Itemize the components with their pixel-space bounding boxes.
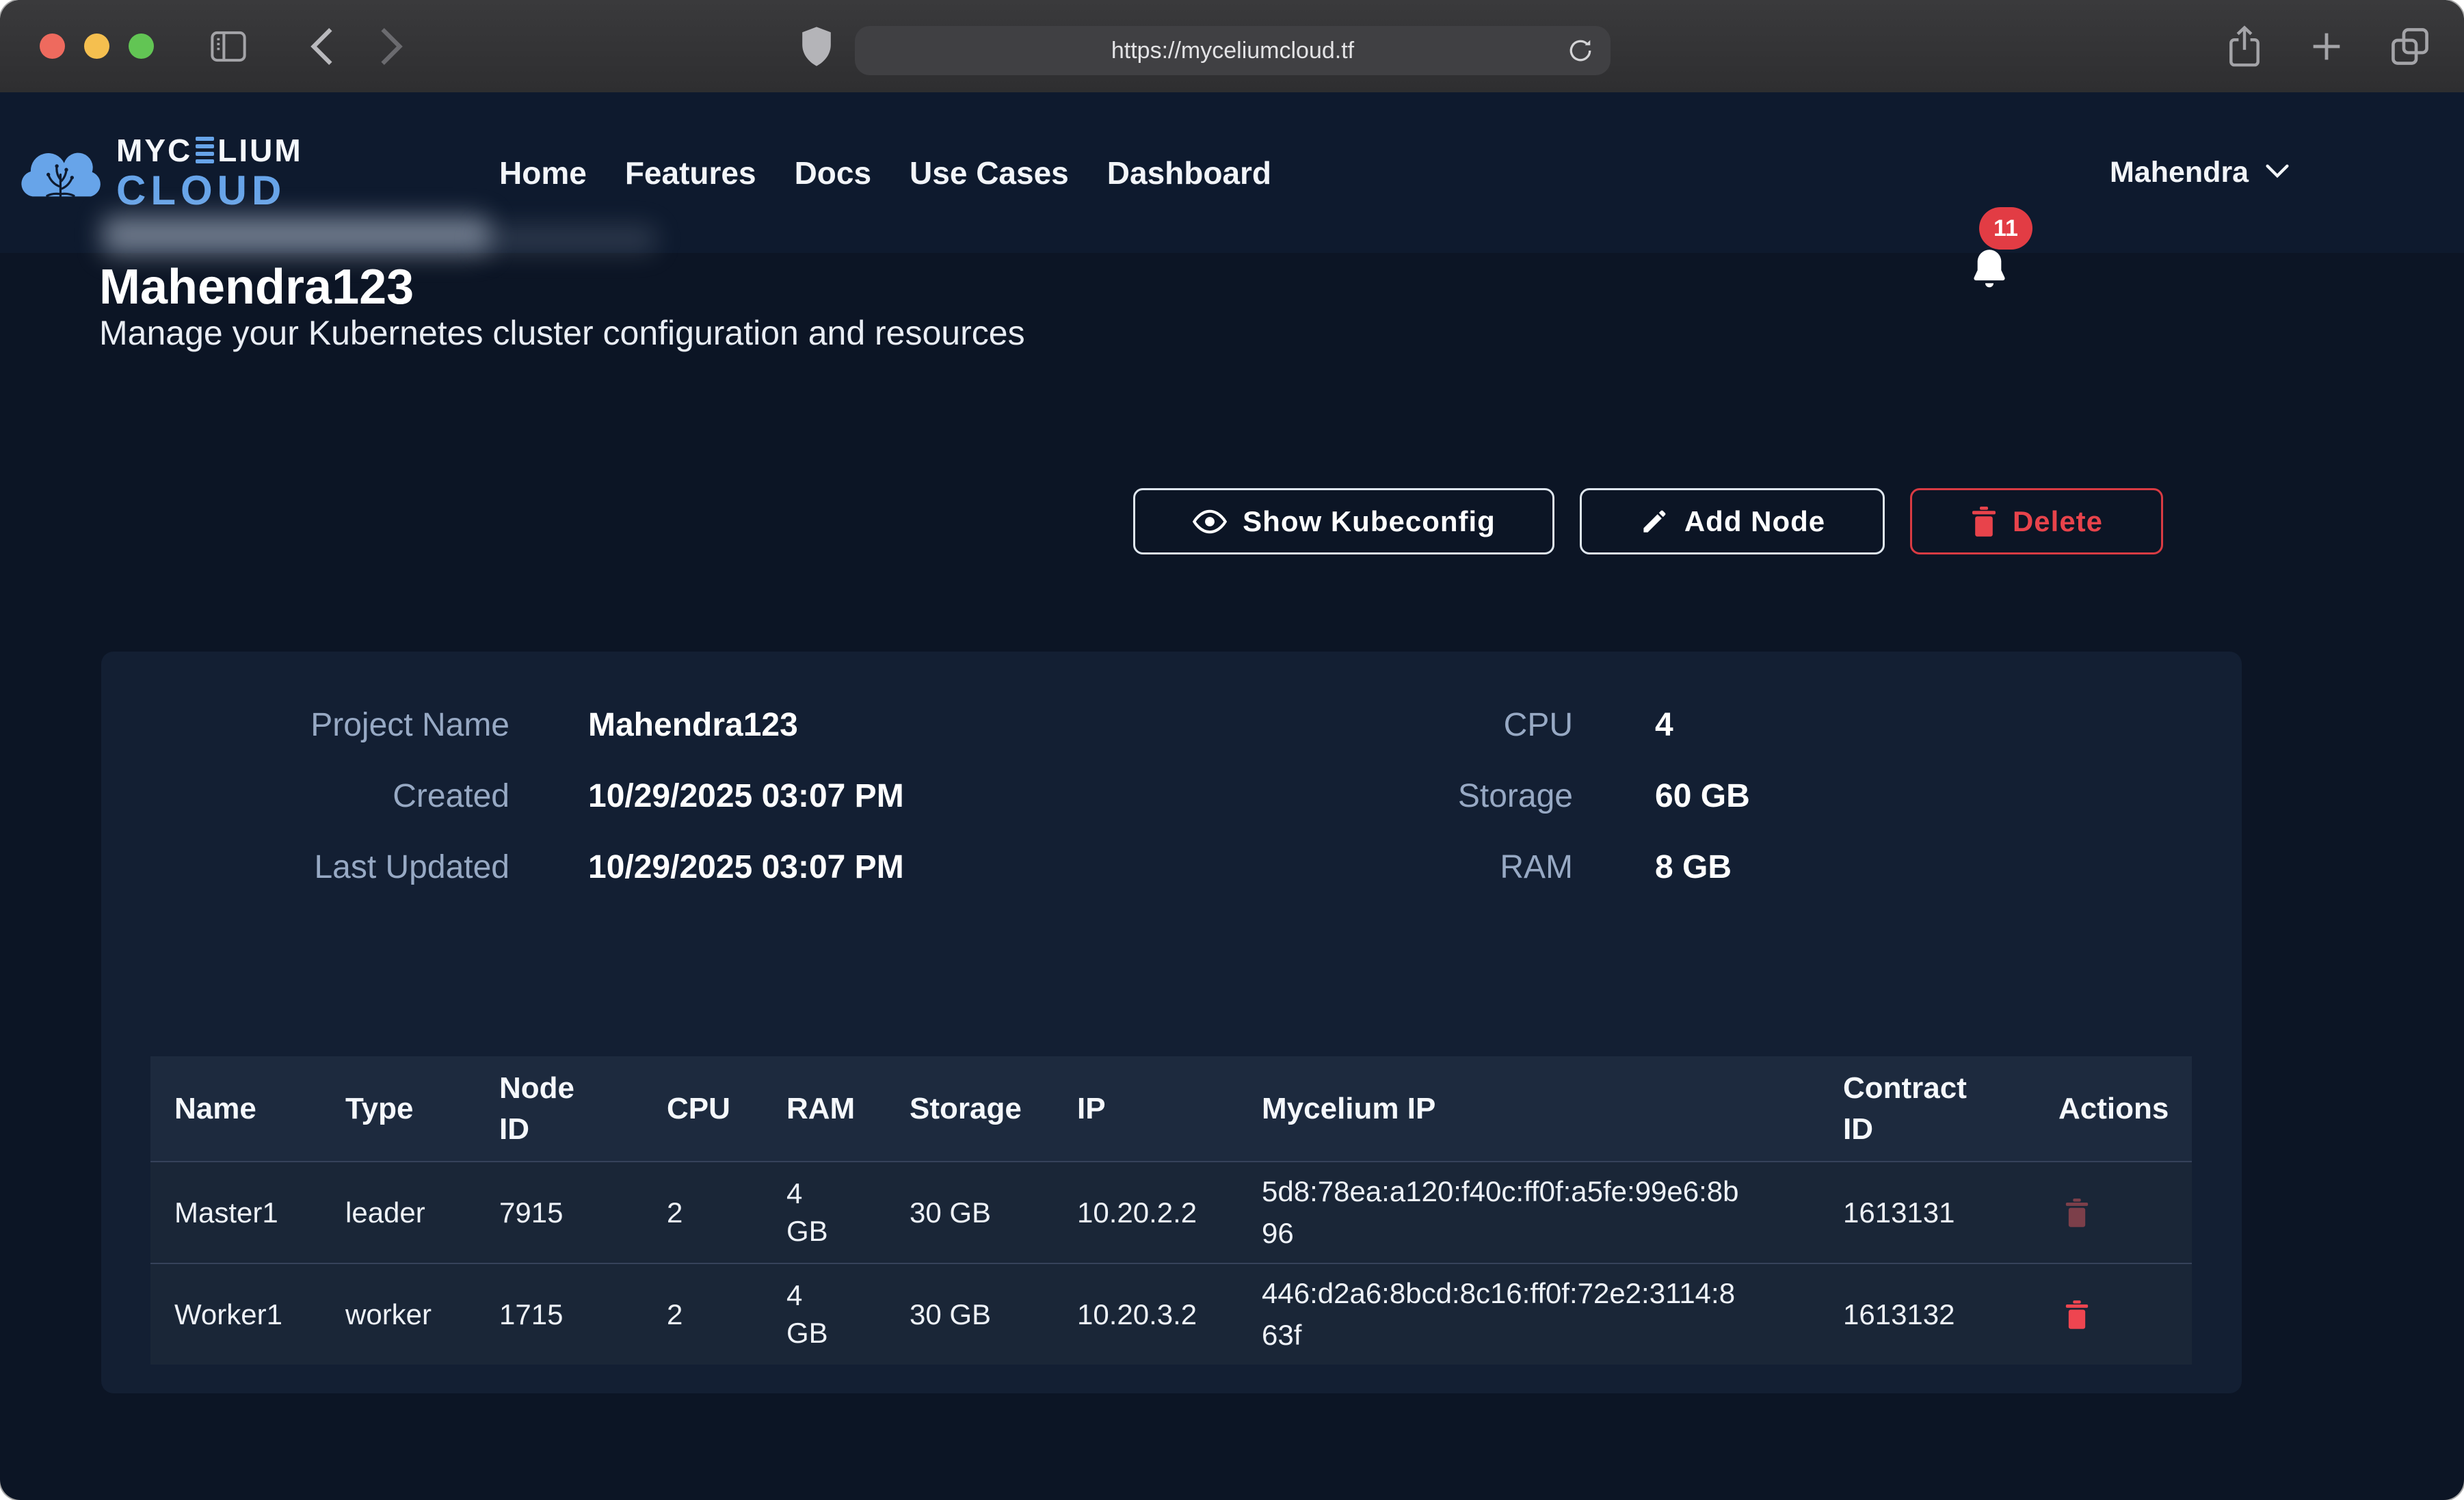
node-id: 1715: [475, 1298, 643, 1331]
col-mycelium-ip: Mycelium IP: [1238, 1088, 1819, 1129]
node-ram: 4 GB: [763, 1175, 886, 1250]
ram-label: RAM: [1231, 848, 1573, 886]
col-actions: Actions: [2035, 1088, 2192, 1129]
node-row-master1: Master1 leader 7915 2 4 GB 30 GB 10.20.2…: [150, 1161, 2192, 1263]
browser-window: https://myceliumcloud.tf: [0, 0, 2464, 1500]
chevron-down-icon: [2265, 162, 2290, 183]
trash-icon: [1970, 506, 1998, 537]
node-name: Master1: [150, 1196, 321, 1229]
sidebar-toggle-icon[interactable]: [209, 29, 248, 64]
notification-count-badge: 11: [1979, 207, 2032, 250]
cluster-details-card: Project Name Mahendra123 Created 10/29/2…: [101, 652, 2242, 1393]
node-ip: 10.20.2.2: [1053, 1196, 1238, 1229]
reload-icon[interactable]: [1565, 36, 1595, 66]
col-contract-id: Contract ID: [1819, 1068, 2035, 1149]
blurred-title-remnant-faint: [479, 226, 657, 253]
delete-node-button-worker1[interactable]: [2064, 1300, 2090, 1330]
address-bar[interactable]: https://myceliumcloud.tf: [855, 26, 1611, 75]
url-text: https://myceliumcloud.tf: [1111, 38, 1354, 64]
blurred-title-remnant: [103, 216, 489, 254]
user-name: Mahendra: [2110, 156, 2249, 189]
close-window-button[interactable]: [40, 34, 65, 59]
cluster-actions: Show Kubeconfig Add Node Delete: [1133, 488, 2163, 554]
nav-item-features[interactable]: Features: [625, 155, 756, 191]
node-storage: 30 GB: [886, 1196, 1053, 1229]
page-subtitle: Manage your Kubernetes cluster configura…: [99, 313, 1025, 353]
node-storage: 30 GB: [886, 1298, 1053, 1331]
created-value: 10/29/2025 03:07 PM: [588, 777, 904, 815]
node-mycelium-ip: 446:d2a6:8bcd:8c16:ff0f:72e2:3114:863f: [1238, 1273, 1819, 1356]
stylized-e-icon: [196, 137, 214, 163]
nodes-table: Name Type Node ID CPU RAM Storage IP Myc…: [150, 1056, 2192, 1365]
col-ram: RAM: [763, 1088, 886, 1129]
nav-item-docs[interactable]: Docs: [795, 155, 871, 191]
nav-item-dashboard[interactable]: Dashboard: [1107, 155, 1271, 191]
col-ip: IP: [1053, 1088, 1238, 1129]
page-title: Mahendra123: [99, 263, 414, 312]
brand-word-cloud: CLOUD: [116, 170, 303, 211]
project-name-value: Mahendra123: [588, 706, 798, 744]
eye-icon: [1192, 507, 1228, 537]
user-menu[interactable]: Mahendra: [2110, 92, 2290, 253]
nav-item-use-cases[interactable]: Use Cases: [910, 155, 1069, 191]
last-updated-value: 10/29/2025 03:07 PM: [588, 848, 904, 886]
node-row-worker1: Worker1 worker 1715 2 4 GB 30 GB 10.20.3…: [150, 1263, 2192, 1365]
brand-wordmark: MYC LIUM CLOUD: [116, 135, 303, 211]
minimize-window-button[interactable]: [84, 34, 109, 59]
node-ram: 4 GB: [763, 1277, 886, 1352]
ram-value: 8 GB: [1655, 848, 1732, 886]
node-cpu: 2: [643, 1196, 763, 1229]
node-type: worker: [321, 1298, 475, 1331]
node-mycelium-ip: 5d8:78ea:a120:f40c:ff0f:a5fe:99e6:8b96: [1238, 1171, 1819, 1255]
storage-value: 60 GB: [1655, 777, 1750, 815]
nav-item-home[interactable]: Home: [499, 155, 587, 191]
node-cpu: 2: [643, 1298, 763, 1331]
brand-word-mycelium: MYC LIUM: [116, 135, 303, 166]
browser-toolbar: https://myceliumcloud.tf: [0, 0, 2464, 94]
node-id: 7915: [475, 1196, 643, 1229]
delete-node-button-master1[interactable]: [2064, 1198, 2090, 1228]
col-storage: Storage: [886, 1088, 1053, 1129]
node-name: Worker1: [150, 1298, 321, 1331]
window-controls: [40, 34, 154, 59]
privacy-shield-icon[interactable]: [799, 25, 834, 68]
tab-overview-icon[interactable]: [2389, 25, 2431, 68]
show-kubeconfig-button[interactable]: Show Kubeconfig: [1133, 488, 1554, 554]
pencil-icon: [1639, 507, 1669, 537]
cpu-value: 4: [1655, 706, 1673, 744]
back-button-icon[interactable]: [306, 25, 338, 68]
zoom-window-button[interactable]: [129, 34, 154, 59]
project-name-label: Project Name: [168, 706, 509, 744]
node-contract-id: 1613131: [1819, 1196, 2035, 1229]
toolbar-right-icons: [2225, 0, 2431, 92]
col-type: Type: [321, 1088, 475, 1129]
add-node-button[interactable]: Add Node: [1580, 488, 1885, 554]
delete-cluster-button[interactable]: Delete: [1910, 488, 2163, 554]
last-updated-label: Last Updated: [168, 848, 509, 886]
node-contract-id: 1613132: [1819, 1298, 2035, 1331]
created-label: Created: [168, 777, 509, 815]
forward-button-icon[interactable]: [375, 25, 407, 68]
show-kubeconfig-label: Show Kubeconfig: [1243, 505, 1496, 538]
add-node-label: Add Node: [1684, 505, 1825, 538]
mycelium-cloud-logo-icon: [19, 143, 107, 202]
notifications-bell-icon[interactable]: [1967, 245, 2012, 298]
share-icon[interactable]: [2225, 25, 2264, 68]
node-type: leader: [321, 1196, 475, 1229]
col-node-id: Node ID: [475, 1068, 643, 1149]
new-tab-icon[interactable]: [2307, 27, 2346, 66]
node-ip: 10.20.3.2: [1053, 1298, 1238, 1331]
cpu-label: CPU: [1231, 706, 1573, 744]
delete-label: Delete: [2013, 505, 2103, 538]
col-name: Name: [150, 1088, 321, 1129]
col-cpu: CPU: [643, 1088, 763, 1129]
storage-label: Storage: [1231, 777, 1573, 815]
nodes-table-header: Name Type Node ID CPU RAM Storage IP Myc…: [150, 1056, 2192, 1161]
